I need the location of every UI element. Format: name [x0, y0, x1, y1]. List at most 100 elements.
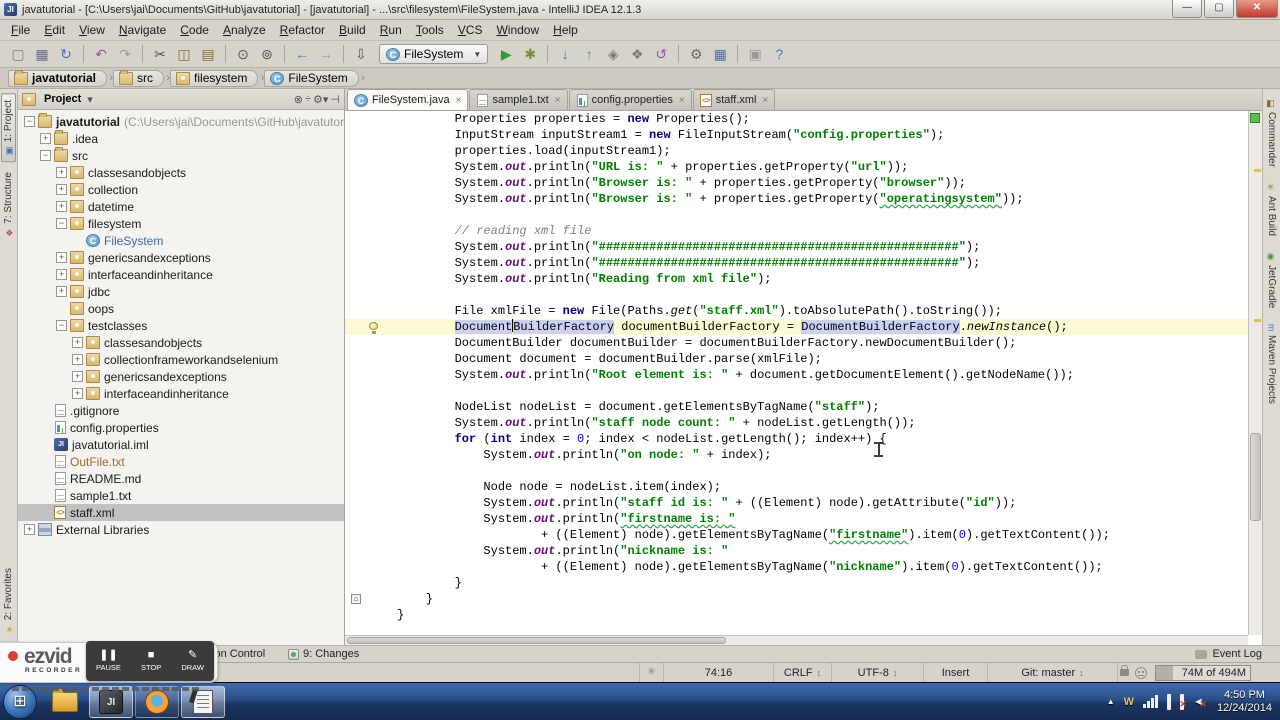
tree-item-collection[interactable]: + collection — [18, 181, 344, 198]
tree-expander[interactable]: + — [72, 337, 83, 348]
vcs-update-icon[interactable]: ↓ — [553, 43, 577, 65]
tree-item-collectionframeworkandselenium[interactable]: + collectionframeworkandselenium — [18, 351, 344, 368]
tree-expander[interactable]: + — [24, 524, 35, 535]
rollback-icon[interactable]: ↺ — [649, 43, 673, 65]
code-line-3[interactable]: properties.load(inputStream1); — [345, 143, 1248, 159]
code-line-7[interactable] — [345, 207, 1248, 223]
tree-expander[interactable]: − — [56, 320, 67, 331]
open-icon[interactable]: ▢ — [6, 43, 30, 65]
breadcrumb-item-src[interactable]: src — [113, 69, 170, 87]
code-line-13[interactable]: File xmlFile = new File(Paths.get("staff… — [345, 303, 1248, 319]
window-icon[interactable]: ▣ — [743, 43, 767, 65]
insert-mode[interactable]: Insert — [924, 663, 988, 682]
recorder-pause-button[interactable]: ❚❚ PAUSE — [96, 650, 121, 673]
menu-analyze[interactable]: Analyze — [216, 21, 273, 39]
code-line-5[interactable]: System.out.println("Browser is: " + prop… — [345, 175, 1248, 191]
minimize-button[interactable]: — — [1172, 0, 1202, 18]
code-line-27[interactable]: + ((Element) node).getElementsByTagName(… — [345, 527, 1248, 543]
menu-build[interactable]: Build — [332, 21, 373, 39]
tree-item-javatutorial[interactable]: − javatutorial (C:\Users\jai\Documents\Gi… — [18, 113, 360, 130]
word-tray-icon[interactable]: W — [1124, 696, 1134, 708]
help-icon[interactable]: ? — [767, 43, 791, 65]
code-line-30[interactable]: } — [345, 575, 1248, 591]
tree-expander[interactable]: + — [56, 167, 67, 178]
tree-item-externallibraries[interactable]: + External Libraries — [18, 521, 344, 538]
caret-position[interactable]: 74:16 — [664, 663, 774, 682]
code-line-10[interactable]: System.out.println("####################… — [345, 255, 1248, 271]
code-line-26[interactable]: System.out.println("firstname is: " — [345, 511, 1248, 527]
code-line-6[interactable]: System.out.println("Browser is: " + prop… — [345, 191, 1248, 207]
breadcrumb-item-javatutorial[interactable]: javatutorial — [8, 69, 113, 87]
tree-expander[interactable]: + — [72, 354, 83, 365]
close-icon[interactable]: × — [555, 95, 561, 106]
tree-expander[interactable]: − — [56, 218, 67, 229]
editor-tab-configproperties[interactable]: config.properties × — [568, 89, 692, 110]
horizontal-scrollbar-thumb[interactable] — [347, 637, 727, 644]
code-line-4[interactable]: System.out.println("URL is: " + properti… — [345, 159, 1248, 175]
tree-expander[interactable]: + — [72, 371, 83, 382]
sidebar-tab-favorites[interactable]: ★ 2: Favorites — [2, 562, 15, 639]
settings-icon[interactable]: ⚙ — [684, 43, 708, 65]
tree-item-datetime[interactable]: + datetime — [18, 198, 344, 215]
project-structure-icon[interactable]: ▦ — [708, 43, 732, 65]
close-icon[interactable]: × — [679, 95, 685, 106]
menu-refactor[interactable]: Refactor — [273, 21, 332, 39]
code-line-12[interactable] — [345, 287, 1248, 303]
code-line-18[interactable] — [345, 383, 1248, 399]
tree-item-filesystem[interactable]: − filesystem — [18, 215, 344, 232]
tree-item-oops[interactable]: oops — [18, 300, 344, 317]
debug-icon[interactable]: ✱ — [518, 43, 542, 65]
editor-tab-filesystemjava[interactable]: FileSystem.java × — [347, 89, 469, 110]
tree-expander[interactable]: + — [56, 269, 67, 280]
lock-icon[interactable] — [1120, 665, 1129, 676]
synchronize-icon[interactable]: ↻ — [54, 43, 78, 65]
code-line-14[interactable]: DocumentBuilderFactory documentBuilderFa… — [345, 319, 1248, 335]
tree-expander[interactable]: + — [56, 184, 67, 195]
tree-item-sample1txt[interactable]: sample1.txt — [18, 487, 344, 504]
tree-item-genericsandexceptions[interactable]: + genericsandexceptions — [18, 249, 344, 266]
hide-panel-icon[interactable]: ⊣ — [330, 93, 340, 106]
forward-icon[interactable]: → — [314, 43, 338, 65]
hector-icon[interactable] — [1135, 666, 1147, 679]
recorder-stop-button[interactable]: ■ STOP — [141, 650, 161, 673]
code-line-25[interactable]: System.out.println("staff id is: " + ((E… — [345, 495, 1248, 511]
git-branch[interactable]: Git: master ↕ — [988, 663, 1118, 682]
tree-expander[interactable]: + — [56, 286, 67, 297]
vcs-commit-icon[interactable]: ↑ — [577, 43, 601, 65]
chevron-down-icon[interactable]: ▾ — [87, 93, 93, 106]
encoding[interactable]: UTF-8 ↕ — [832, 663, 924, 682]
code-line-11[interactable]: System.out.println("Reading from xml fil… — [345, 271, 1248, 287]
recorder-draw-button[interactable]: ✎ DRAW — [181, 650, 204, 673]
tree-expander[interactable]: + — [72, 388, 83, 399]
sidebar-tab-antbuild[interactable]: ✳ Ant Build — [1265, 177, 1278, 242]
code-line-31[interactable]: ⌂ } — [345, 591, 1248, 607]
copy-icon[interactable]: ◫ — [172, 43, 196, 65]
signal-strength-icon[interactable] — [1143, 695, 1159, 708]
line-separator[interactable]: CRLF ↕ — [774, 663, 832, 682]
sidebar-tab-jetgradle[interactable]: ◉ JetGradle — [1265, 246, 1278, 314]
tree-item-genericsandexceptions[interactable]: + genericsandexceptions — [18, 368, 344, 385]
code-line-9[interactable]: System.out.println("####################… — [345, 239, 1248, 255]
save-all-icon[interactable]: ▦ — [30, 43, 54, 65]
diff-icon[interactable]: ❖ — [625, 43, 649, 65]
show-hidden-icons-button[interactable]: ▲ — [1107, 697, 1115, 706]
code-line-15[interactable]: DocumentBuilder documentBuilder = docume… — [345, 335, 1248, 351]
tree-item-src[interactable]: − src — [18, 147, 344, 164]
breadcrumb-item-filesystem[interactable]: FileSystem — [264, 69, 365, 87]
menu-vcs[interactable]: VCS — [451, 21, 490, 39]
breadcrumb-item-filesystem[interactable]: filesystem — [170, 69, 265, 87]
network-icon[interactable]: ✕ — [1180, 693, 1187, 710]
lock-icon[interactable]: ◈ — [601, 43, 625, 65]
menu-window[interactable]: Window — [489, 21, 546, 39]
menu-tools[interactable]: Tools — [409, 21, 451, 39]
tree-item-jdbc[interactable]: + jdbc — [18, 283, 344, 300]
redo-icon[interactable]: ↷ — [113, 43, 137, 65]
code-line-28[interactable]: System.out.println("nickname is: " — [345, 543, 1248, 559]
intention-bulb-icon[interactable] — [369, 322, 378, 334]
tree-item-testclasses[interactable]: − testclasses — [18, 317, 344, 334]
code-line-29[interactable]: + ((Element) node).getElementsByTagName(… — [345, 559, 1248, 575]
event-log-button[interactable]: Event Log — [1195, 648, 1262, 660]
tree-item-classesandobjects[interactable]: + classesandobjects — [18, 334, 344, 351]
tree-item-gitignore[interactable]: .gitignore — [18, 402, 344, 419]
vertical-scrollbar-thumb[interactable] — [1250, 433, 1261, 521]
